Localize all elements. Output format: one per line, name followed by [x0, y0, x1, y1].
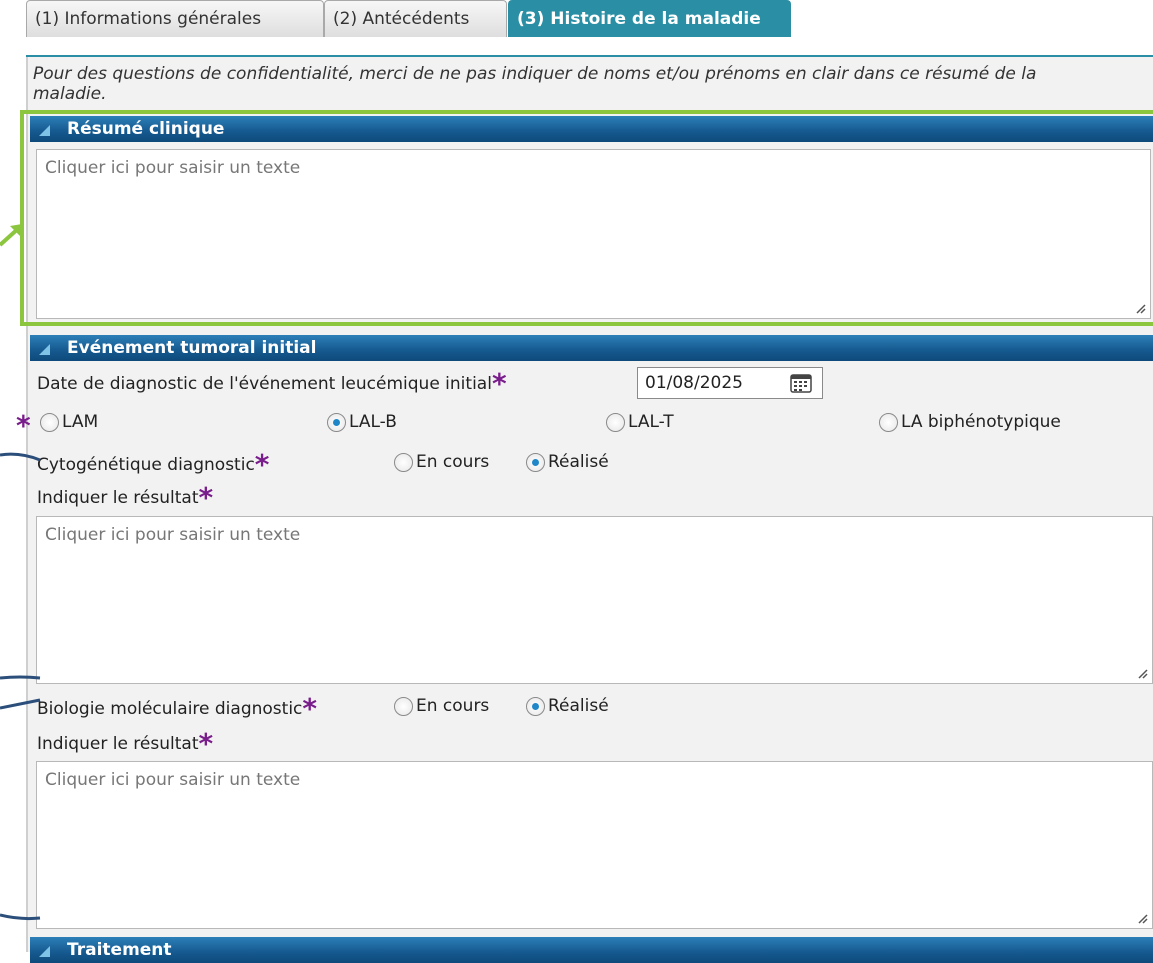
annotation-overlay [0, 224, 41, 921]
annotation-bracket-line [0, 675, 41, 680]
annotation-arrow [0, 224, 22, 247]
annotation-bracket-line [0, 452, 41, 462]
annotation-bracket-line [0, 698, 41, 710]
annotation-bracket-line [0, 913, 41, 921]
